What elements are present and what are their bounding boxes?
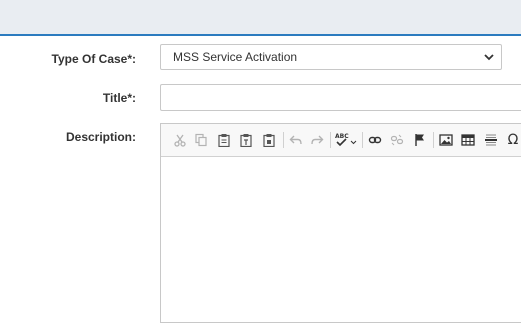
spellcheck-glyph: ABC bbox=[335, 133, 349, 140]
toolbar-separator bbox=[362, 132, 363, 148]
link-icon[interactable] bbox=[366, 131, 384, 149]
anchor-flag-icon[interactable] bbox=[411, 131, 429, 149]
table-icon[interactable] bbox=[459, 131, 477, 149]
title-input[interactable] bbox=[160, 84, 521, 111]
horizontal-line-icon[interactable] bbox=[482, 131, 500, 149]
type-of-case-select[interactable]: MSS Service Activation bbox=[160, 44, 502, 70]
chevron-down-icon bbox=[483, 45, 495, 69]
type-of-case-value: MSS Service Activation bbox=[173, 50, 298, 64]
paste-icon[interactable] bbox=[215, 131, 233, 149]
redo-icon[interactable] bbox=[308, 131, 326, 149]
paste-word-icon[interactable] bbox=[260, 131, 278, 149]
unlink-icon[interactable] bbox=[388, 131, 406, 149]
copy-icon[interactable] bbox=[192, 131, 210, 149]
description-editor[interactable]: ABC Ω bbox=[160, 123, 521, 323]
toolbar-separator bbox=[433, 132, 434, 148]
description-label: Description: bbox=[65, 130, 136, 144]
title-label: Title*: bbox=[102, 91, 136, 105]
type-of-case-label: Type Of Case*: bbox=[51, 52, 136, 66]
undo-icon[interactable] bbox=[287, 131, 305, 149]
top-bar bbox=[0, 0, 521, 36]
spellcheck-icon[interactable]: ABC bbox=[334, 131, 358, 149]
special-character-icon[interactable]: Ω bbox=[504, 131, 521, 149]
toolbar-separator bbox=[283, 132, 284, 148]
toolbar-separator bbox=[330, 132, 331, 148]
paste-text-icon[interactable] bbox=[237, 131, 255, 149]
image-icon[interactable] bbox=[437, 131, 455, 149]
editor-toolbar: ABC Ω bbox=[161, 124, 521, 157]
cut-icon[interactable] bbox=[171, 131, 189, 149]
